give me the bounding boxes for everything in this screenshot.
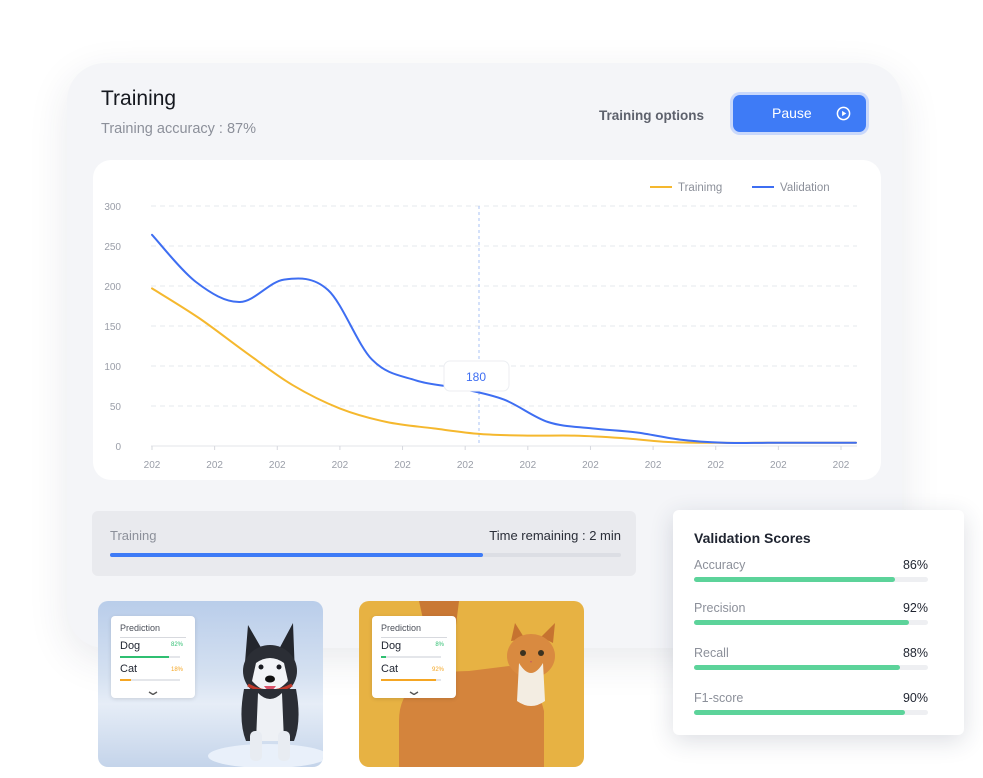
score-fill (694, 577, 896, 582)
y-tick-label: 100 (104, 362, 121, 373)
prediction-track (381, 679, 441, 681)
x-tick-label: 202 (144, 460, 161, 471)
y-tick-label: 300 (104, 202, 121, 213)
legend-label: Validation (780, 182, 830, 194)
prediction-label-dog: Dog (120, 640, 141, 652)
score-row-precision: Precision 92% (673, 601, 964, 631)
score-row-accuracy: Accuracy 86% (673, 558, 964, 588)
y-tick-label: 50 (110, 402, 122, 413)
validation-scores-card: Validation Scores Accuracy 86% Precision… (673, 510, 964, 735)
series-line-validation (151, 233, 857, 445)
score-name: Precision (694, 601, 746, 615)
training-options-link[interactable]: Training options (599, 108, 704, 123)
x-tick-label: 202 (269, 460, 286, 471)
y-tick-label: 150 (104, 322, 121, 333)
x-tick-label: 202 (770, 460, 787, 471)
prediction-title: Prediction (120, 623, 161, 633)
score-row-recall: Recall 88% (673, 646, 964, 676)
prediction-label-cat: Cat (120, 663, 138, 675)
pause-button[interactable]: Pause (733, 95, 866, 132)
chevron-down-icon[interactable] (409, 691, 419, 695)
prediction-label-dog: Dog (381, 640, 402, 652)
divider (381, 637, 447, 638)
score-fill (694, 710, 905, 715)
page-title: Training (101, 87, 177, 110)
cat-prediction-card: Prediction Dog 8% Cat 92% (372, 616, 456, 698)
score-name: Accuracy (694, 558, 746, 572)
tooltip-value: 180 (466, 370, 486, 384)
legend-label: Trainimg (678, 182, 722, 194)
score-value: 88% (902, 646, 928, 660)
dog-prediction-card: Prediction Dog 82% Cat 18% (111, 616, 195, 698)
training-progress-panel: Training Time remaining : 2 min (92, 511, 636, 576)
score-fill (694, 620, 910, 625)
progress-fill (110, 553, 484, 557)
y-tick-label: 0 (115, 442, 121, 453)
prediction-pct-cat: 92% (431, 667, 444, 673)
chevron-down-icon[interactable] (148, 691, 158, 695)
chart-card: 300 250 200 150 100 50 0 202 202 202 202 202 202 202 2… (93, 160, 881, 480)
play-circle-icon (836, 106, 851, 121)
x-tick-label: 202 (332, 460, 349, 471)
score-value: 90% (902, 691, 928, 705)
prediction-pct-dog: 8% (435, 642, 444, 648)
x-tick-label: 202 (645, 460, 662, 471)
prediction-fill (120, 656, 170, 658)
prediction-title: Prediction (381, 623, 422, 633)
pause-button-label: Pause (772, 105, 812, 121)
x-tick-label: 202 (394, 460, 411, 471)
divider (120, 637, 186, 638)
x-tick-label: 202 (206, 460, 223, 471)
score-fill (694, 665, 900, 670)
y-tick-label: 200 (104, 282, 121, 293)
score-track (694, 710, 928, 715)
prediction-fill (381, 656, 386, 658)
score-value: 86% (902, 558, 928, 572)
line-chart: 300 250 200 150 100 50 0 202 202 202 202 202 202 202 2… (104, 182, 857, 471)
x-tick-label: 202 (519, 460, 536, 471)
score-track (694, 665, 928, 670)
score-value: 92% (902, 601, 928, 615)
score-track (694, 577, 928, 582)
progress-track (110, 553, 621, 557)
x-tick-label: 202 (833, 460, 850, 471)
prediction-label-cat: Cat (381, 663, 399, 675)
x-tick-label: 202 (582, 460, 599, 471)
prediction-track (120, 679, 180, 681)
progress-label: Training (110, 528, 157, 543)
prediction-fill (381, 679, 437, 681)
score-track (694, 620, 928, 625)
score-name: F1-score (694, 691, 744, 705)
prediction-fill (120, 679, 131, 681)
time-remaining-text: Time remaining : 2 min (489, 528, 621, 543)
score-row-f1: F1-score 90% (673, 691, 964, 721)
validation-title: Validation Scores (694, 530, 811, 546)
prediction-pct-dog: 82% (170, 642, 183, 648)
x-tick-label: 202 (457, 460, 474, 471)
y-tick-label: 250 (104, 242, 121, 253)
prediction-track (120, 656, 180, 658)
prediction-pct-cat: 18% (170, 667, 183, 673)
training-accuracy-text: Training accuracy : 87% (101, 121, 257, 137)
x-tick-label: 202 (707, 460, 724, 471)
score-name: Recall (694, 646, 729, 660)
prediction-track (381, 656, 441, 658)
